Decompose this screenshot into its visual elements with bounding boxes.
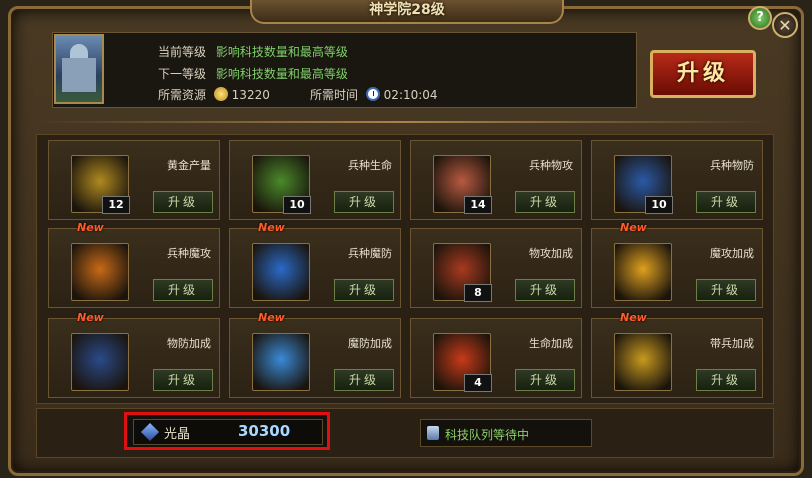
tech-name: 生命加成 [529,337,573,350]
tech-name: 带兵加成 [710,337,754,350]
tech-upgrade-button[interactable]: 升级 [696,279,756,301]
tech-card: 4 生命加成升级 [410,318,582,398]
crystal-icon [140,422,160,442]
tech-name: 兵种物防 [710,159,754,172]
window-title: 神学院28级 [250,0,564,24]
tech-card: 12 黄金产量升级 [48,140,220,220]
tech-card: New 魔防加成升级 [229,311,401,398]
tech-card: New 物防加成升级 [48,311,220,398]
tech-name: 兵种物攻 [529,159,573,172]
cannon-icon[interactable] [71,333,129,391]
golden-warrior-icon[interactable]: 10 [252,155,311,214]
scroll-icon [427,426,439,440]
shield-icon[interactable]: 10 [614,155,673,214]
resource-value: 13220 [231,88,270,102]
tech-queue-status: 科技队列等待中 [420,419,592,447]
tech-name: 黄金产量 [167,159,211,172]
help-button[interactable]: ? [748,6,772,30]
tech-upgrade-button[interactable]: 升级 [515,369,575,391]
pagoda-icon[interactable]: 4 [433,333,492,392]
tech-card: New 兵种魔防升级 [229,221,401,308]
current-level-row: 当前等级 影响科技数量和最高等级 [158,44,348,60]
tech-upgrade-button[interactable]: 升级 [515,191,575,213]
tech-card: 10 兵种物防升级 [591,140,763,220]
tech-level-badge: 8 [464,284,492,302]
new-badge: New [258,311,285,324]
resource-row: 所需资源 13220 [158,87,270,103]
tech-name: 兵种魔防 [348,247,392,260]
magic-burst-icon[interactable] [614,243,672,301]
current-level-label: 当前等级 [158,45,207,59]
queue-status-text: 科技队列等待中 [445,428,530,442]
crystal-value: 30300 [238,422,291,440]
tech-upgrade-button[interactable]: 升级 [515,279,575,301]
gold-coins-icon[interactable]: 12 [71,155,130,214]
tech-name: 兵种魔攻 [167,247,211,260]
tech-level-badge: 4 [464,374,492,392]
current-level-value: 影响科技数量和最高等级 [215,45,348,59]
time-row: 所需时间 02:10:04 [310,87,438,103]
tech-upgrade-button[interactable]: 升级 [153,369,213,391]
tech-card: 8 物攻加成升级 [410,228,582,308]
tech-upgrade-button[interactable]: 升级 [696,369,756,391]
war-drum-icon[interactable]: 14 [433,155,492,214]
tech-upgrade-button[interactable]: 升级 [696,191,756,213]
tech-card: 14 兵种物攻升级 [410,140,582,220]
crystal-resource-box: 光晶 30300 [124,412,330,450]
new-badge: New [620,221,647,234]
tech-upgrade-button[interactable]: 升级 [334,369,394,391]
next-level-label: 下一等级 [158,67,207,81]
tech-level-badge: 12 [102,196,130,214]
tech-name: 物攻加成 [529,247,573,260]
crystal-label: 光晶 [164,427,191,442]
tech-card: New 魔攻加成升级 [591,221,763,308]
new-badge: New [620,311,647,324]
tech-upgrade-button[interactable]: 升级 [153,279,213,301]
tech-level-badge: 10 [645,196,673,214]
close-button[interactable]: ✕ [772,12,798,38]
tech-level-badge: 14 [464,196,492,214]
tech-name: 物防加成 [167,337,211,350]
academy-building-image [54,34,104,104]
golden-book-icon[interactable] [614,333,672,391]
crystal-orb-icon[interactable] [252,333,310,391]
tech-name: 魔防加成 [348,337,392,350]
tech-card: 10 兵种生命升级 [229,140,401,220]
clock-icon [365,87,380,101]
tech-upgrade-button[interactable]: 升级 [334,279,394,301]
tech-card: New 兵种魔攻升级 [48,221,220,308]
magic-shield-icon[interactable] [252,243,310,301]
next-level-value: 影响科技数量和最高等级 [215,67,348,81]
fire-spear-icon[interactable] [71,243,129,301]
building-upgrade-button[interactable]: 升级 [650,50,756,98]
tech-card: New 带兵加成升级 [591,311,763,398]
new-badge: New [258,221,285,234]
tech-upgrade-button[interactable]: 升级 [153,191,213,213]
time-value: 02:10:04 [383,88,438,102]
divider [34,121,774,123]
tech-level-badge: 10 [283,196,311,214]
tech-name: 魔攻加成 [710,247,754,260]
next-level-row: 下一等级 影响科技数量和最高等级 [158,66,348,82]
time-label: 所需时间 [310,88,359,102]
spear-icon[interactable]: 8 [433,243,492,302]
tech-name: 兵种生命 [348,159,392,172]
tech-upgrade-button[interactable]: 升级 [334,191,394,213]
new-badge: New [77,221,104,234]
new-badge: New [77,311,104,324]
resource-label: 所需资源 [158,88,207,102]
gold-coin-icon [213,87,228,101]
